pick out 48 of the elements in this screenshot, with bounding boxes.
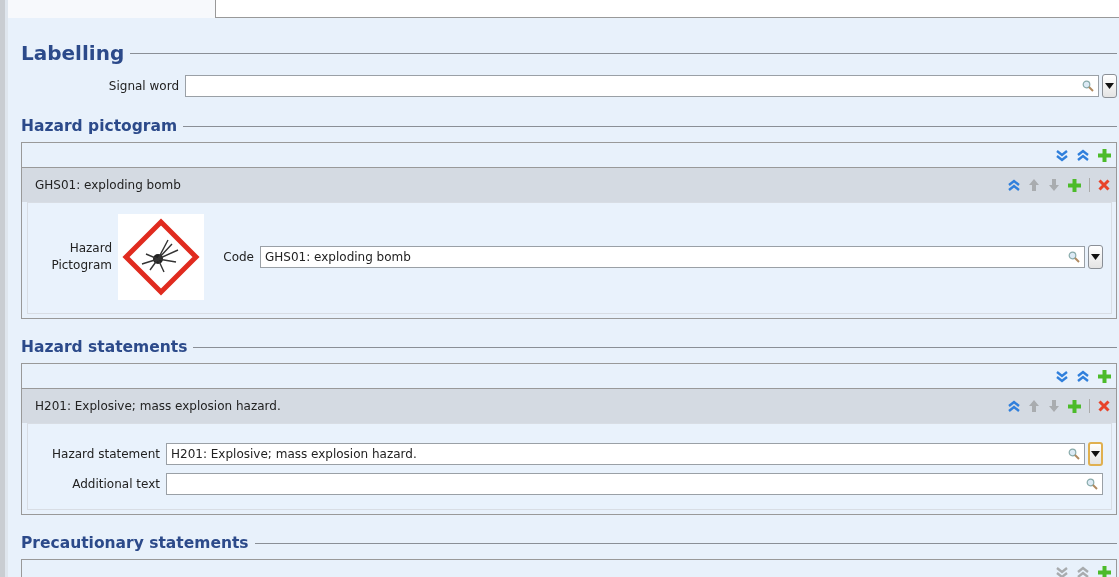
section-heading: Labelling: [21, 41, 125, 65]
field-label: Additional text: [71, 477, 161, 491]
collapse-icon[interactable]: [1008, 178, 1020, 192]
delete-icon[interactable]: [1098, 179, 1110, 191]
item-title: GHS01: exploding bomb: [35, 178, 182, 192]
text-field[interactable]: [215, 0, 1119, 18]
arrow-down-icon[interactable]: [1048, 179, 1060, 191]
field-label: Hazard Pictogram: [50, 240, 113, 274]
add-icon[interactable]: [1098, 369, 1111, 383]
item-header[interactable]: H201: Explosive; mass explosion hazard.: [22, 389, 1116, 423]
code-field[interactable]: GHS01: exploding bomb: [260, 246, 1085, 268]
search-icon[interactable]: [1082, 79, 1094, 92]
arrow-up-icon[interactable]: [1028, 400, 1040, 412]
caret-icon: [1091, 451, 1100, 457]
dropdown-button[interactable]: [1088, 245, 1103, 269]
add-icon[interactable]: [1068, 178, 1081, 192]
item-title: H201: Explosive; mass explosion hazard.: [35, 399, 282, 413]
dropdown-button[interactable]: [1102, 73, 1117, 98]
expand-all-icon[interactable]: [1056, 148, 1068, 162]
section-heading: Hazard statements: [21, 338, 188, 356]
explosion-pictogram-icon: [118, 214, 204, 300]
search-icon[interactable]: [1068, 448, 1080, 460]
text-field[interactable]: H201: Explosive; mass explosion hazard.: [166, 443, 1085, 465]
caret-icon: [1105, 82, 1114, 89]
arrow-down-icon[interactable]: [1048, 400, 1060, 412]
collapse-all-icon[interactable]: [1077, 148, 1089, 162]
section-heading: Hazard pictogram: [21, 117, 178, 135]
collapse-all-icon[interactable]: [1077, 565, 1089, 577]
signal-word-field[interactable]: [185, 74, 1099, 97]
expand-all-icon[interactable]: [1056, 369, 1068, 383]
arrow-up-icon[interactable]: [1028, 179, 1040, 191]
item-header[interactable]: GHS01: exploding bomb: [22, 168, 1116, 202]
field-label: Signal word: [107, 78, 180, 93]
delete-icon[interactable]: [1098, 400, 1110, 412]
section-heading: Precautionary statements: [21, 534, 249, 552]
search-icon[interactable]: [1068, 251, 1080, 263]
text-field[interactable]: [166, 473, 1103, 495]
field-label: Code: [222, 250, 255, 264]
add-icon[interactable]: [1098, 148, 1111, 162]
add-icon[interactable]: [1098, 565, 1111, 577]
expand-all-icon[interactable]: [1056, 565, 1068, 577]
collapse-all-icon[interactable]: [1077, 369, 1089, 383]
search-icon[interactable]: [1086, 478, 1098, 490]
add-icon[interactable]: [1068, 399, 1081, 413]
collapse-icon[interactable]: [1008, 399, 1020, 413]
dropdown-button[interactable]: [1088, 442, 1103, 466]
caret-icon: [1091, 254, 1100, 260]
field-label: Hazard statement: [51, 447, 161, 461]
